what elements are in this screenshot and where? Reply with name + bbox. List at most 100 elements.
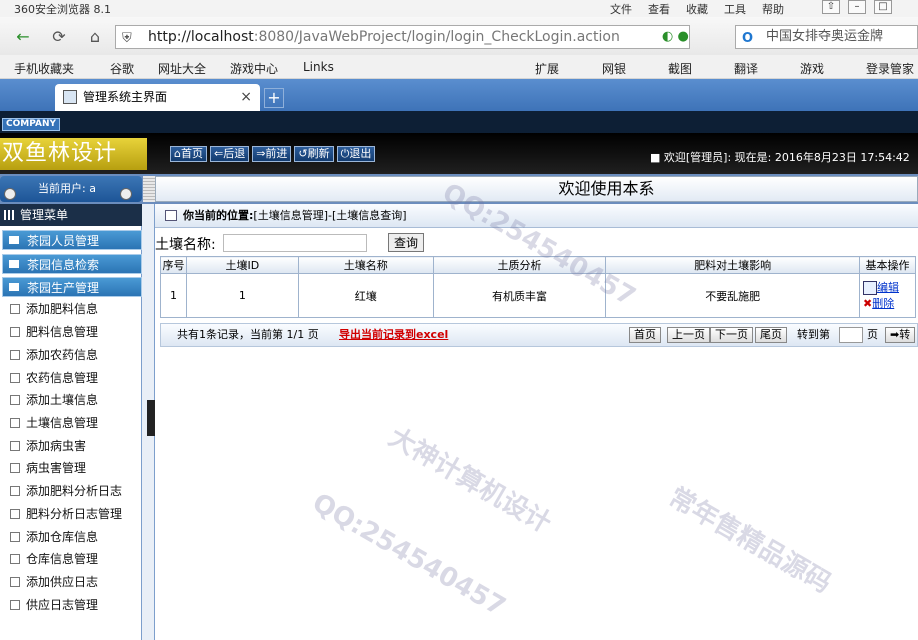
goto-button[interactable]: ➡转: [885, 327, 916, 343]
fav-google[interactable]: 谷歌: [110, 60, 134, 77]
edit-link[interactable]: 编辑: [877, 281, 899, 294]
menu-supply-log-manage[interactable]: 供应日志管理: [10, 597, 98, 613]
fav-hao[interactable]: 网址大全: [158, 60, 206, 77]
panel-grip: [143, 176, 155, 202]
search-box[interactable]: O 中国女排夺奥运金牌: [735, 25, 918, 49]
menu-add-supply-log[interactable]: 添加供应日志: [10, 574, 98, 590]
menu-add-soil[interactable]: 添加土壤信息: [10, 392, 98, 408]
col-effect: 肥料对土壤影响: [605, 256, 861, 274]
page-icon: [10, 418, 20, 428]
back-icon[interactable]: ←: [12, 26, 34, 48]
address-bar[interactable]: ⛨ http://localhost:8080/JavaWebProject/l…: [115, 25, 690, 49]
menu-add-warehouse[interactable]: 添加仓库信息: [10, 529, 98, 545]
query-button[interactable]: 查询: [388, 233, 424, 252]
fav-links[interactable]: Links: [303, 60, 334, 74]
section-production[interactable]: 茶园生产管理: [2, 277, 142, 297]
refresh-icon[interactable]: ⟳: [48, 26, 70, 48]
menu-pest-manage[interactable]: 病虫害管理: [10, 460, 86, 476]
goto-label: 转到第: [797, 328, 830, 341]
soil-name-input[interactable]: [223, 234, 367, 252]
fav-games[interactable]: 游戏: [800, 60, 824, 77]
fav-translate[interactable]: 翻译: [734, 60, 758, 77]
breadcrumb-path: [土壤信息管理]-[土壤信息查询]: [253, 209, 407, 222]
table-row: 1 1 红壤 有机质丰富 不要乱施肥 编辑 ✖删除: [160, 273, 916, 318]
shield-icon: ⛨: [122, 31, 132, 46]
page-icon: [10, 463, 20, 473]
maximize-icon[interactable]: □: [874, 0, 892, 14]
col-soil-name: 土壤名称: [297, 256, 434, 274]
logout-button[interactable]: ⏻退出: [336, 146, 376, 162]
app-logo: 双鱼林设计: [0, 138, 147, 170]
menu-fertilizer-manage[interactable]: 肥料信息管理: [10, 324, 98, 340]
compat-mode-icon[interactable]: ◐ ●: [662, 29, 689, 44]
first-page-button[interactable]: 首页: [629, 327, 661, 343]
fav-screenshot[interactable]: 截图: [668, 60, 692, 77]
folder-icon: [9, 236, 19, 244]
page-icon: [10, 577, 20, 587]
fav-mobile[interactable]: 手机收藏夹: [14, 60, 74, 77]
cell-effect: 不要乱施肥: [605, 273, 861, 318]
refresh-button[interactable]: ↺刷新: [294, 146, 334, 162]
fav-login-manager[interactable]: 登录管家: [866, 60, 914, 77]
menu-favorites[interactable]: 收藏: [686, 1, 708, 17]
folder-icon: [9, 260, 19, 268]
close-tab-icon[interactable]: ×: [240, 84, 252, 110]
cell-no: 1: [160, 273, 187, 318]
menu-soil-manage[interactable]: 土壤信息管理: [10, 415, 98, 431]
current-user: 当前用户: a: [38, 182, 96, 195]
page-icon: [10, 600, 20, 610]
forward-button[interactable]: ⇒前进: [252, 146, 292, 162]
page-icon: [10, 395, 20, 405]
browser-titlebar: 360安全浏览器 8.1 文件 查看 收藏 工具 帮助 ⇧ – □: [0, 0, 918, 17]
page-favicon: [63, 90, 77, 104]
delete-icon[interactable]: ✖: [863, 297, 872, 310]
home-icon[interactable]: ⌂: [84, 26, 106, 48]
menu-add-pest[interactable]: 添加病虫害: [10, 438, 86, 454]
menu-help[interactable]: 帮助: [762, 1, 784, 17]
fav-games-center[interactable]: 游戏中心: [230, 60, 278, 77]
last-page-button[interactable]: 尾页: [755, 327, 787, 343]
menu-pesticide-manage[interactable]: 农药信息管理: [10, 370, 98, 386]
menu-add-fert-log[interactable]: 添加肥料分析日志: [10, 483, 122, 499]
menu-warehouse-manage[interactable]: 仓库信息管理: [10, 551, 98, 567]
browser-navbar: ← ⟳ ⌂ ⛨ http://localhost:8080/JavaWebPro…: [0, 17, 918, 55]
minimize-icon[interactable]: –: [848, 0, 866, 14]
menu-add-fertilizer[interactable]: 添加肥料信息: [10, 301, 98, 317]
tab-main[interactable]: 管理系统主界面 ×: [55, 84, 260, 111]
fav-ebank[interactable]: 网银: [602, 60, 626, 77]
section-search[interactable]: 茶园信息检索: [2, 254, 142, 274]
page-unit-label: 页: [867, 328, 878, 341]
next-page-button[interactable]: 下一页: [710, 327, 753, 343]
new-tab-button[interactable]: +: [264, 88, 284, 108]
edit-icon[interactable]: [863, 280, 878, 295]
pin-icon: [4, 188, 16, 200]
section-staff[interactable]: 茶园人员管理: [2, 230, 142, 250]
skin-icon[interactable]: ⇧: [822, 0, 840, 14]
prev-page-button[interactable]: 上一页: [667, 327, 710, 343]
app-top-strip: COMPANY: [0, 111, 918, 133]
cell-soil-id: 1: [185, 273, 299, 318]
pager: 共有1条记录，当前第 1/1 页 导出当前记录到excel 首页 上一页 下一页…: [160, 323, 918, 347]
menu-fert-log-manage[interactable]: 肥料分析日志管理: [10, 506, 122, 522]
menu-file[interactable]: 文件: [610, 1, 632, 17]
delete-link[interactable]: 删除: [872, 297, 894, 310]
page-icon: [10, 532, 20, 542]
menu-tools[interactable]: 工具: [724, 1, 746, 17]
browser-menu: 文件 查看 收藏 工具 帮助: [610, 1, 784, 17]
goto-page-input[interactable]: [839, 327, 863, 343]
menu-view[interactable]: 查看: [648, 1, 670, 17]
app-toolbar: ⌂首页 ⇐后退 ⇒前进 ↺刷新 ⏻退出: [170, 146, 376, 162]
cell-actions: 编辑 ✖删除: [859, 273, 916, 318]
main-content: 你当前的位置:[土壤信息管理]-[土壤信息查询] 土壤名称: 查询 序号 土壤I…: [155, 204, 918, 640]
export-excel-link[interactable]: 导出当前记录到excel: [339, 324, 448, 346]
current-user-box: 当前用户: a: [0, 176, 142, 202]
page-icon: [10, 441, 20, 451]
menu-add-pesticide[interactable]: 添加农药信息: [10, 347, 98, 363]
col-analysis: 土质分析: [432, 256, 607, 274]
folder-icon: [9, 283, 19, 291]
home-button[interactable]: ⌂首页: [170, 146, 207, 162]
fav-extensions[interactable]: 扩展: [535, 60, 559, 77]
page-icon: [10, 304, 20, 314]
back-button[interactable]: ⇐后退: [209, 146, 250, 162]
collapse-sidebar-handle[interactable]: [147, 400, 155, 436]
